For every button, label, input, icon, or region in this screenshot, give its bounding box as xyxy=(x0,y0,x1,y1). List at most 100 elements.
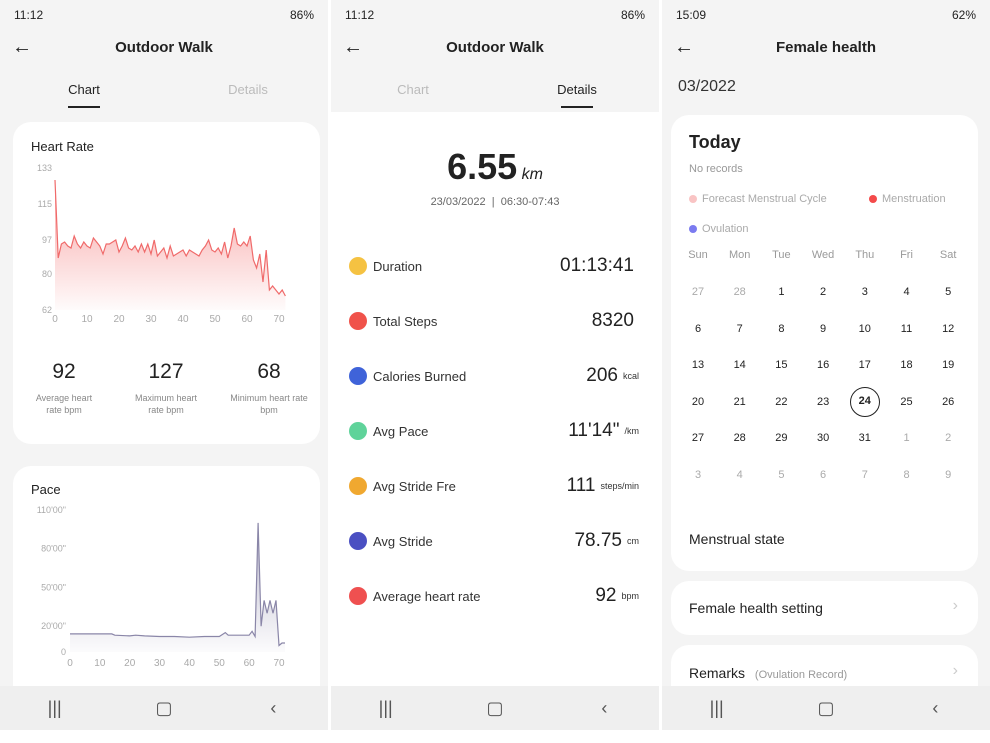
shoe-icon xyxy=(349,422,367,440)
calendar-day[interactable]: 28 xyxy=(721,432,759,444)
menstrual-state: Menstrual state xyxy=(689,531,785,547)
calendar-day[interactable]: 2 xyxy=(929,432,967,444)
calendar-day[interactable]: 10 xyxy=(846,323,884,335)
calendar-day[interactable]: 3 xyxy=(679,469,717,481)
calendar-day[interactable]: 27 xyxy=(679,432,717,444)
screen-details: 11:12 86% ← Outdoor Walk Chart Details 6.55… xyxy=(331,0,659,730)
heart-rate-chart: 1331159780620 10 20 30 40 50 60 70110'00"80'00"… xyxy=(37,163,286,669)
recent-apps-icon[interactable]: ||| xyxy=(697,698,737,719)
calendar-day[interactable]: 6 xyxy=(804,469,842,481)
calendar-day[interactable]: 15 xyxy=(762,359,800,371)
x-tick-label: 0 xyxy=(67,658,73,669)
detail-label: Avg Stride xyxy=(373,533,433,549)
y-tick-label: 97 xyxy=(42,235,52,245)
detail-value: 206 xyxy=(586,365,618,386)
x-tick-label: 60 xyxy=(241,314,253,325)
calendar-day[interactable]: 2 xyxy=(804,286,842,298)
recent-apps-icon[interactable]: ||| xyxy=(35,698,75,719)
home-icon[interactable]: ▢ xyxy=(806,698,846,719)
detail-value: 11'14" xyxy=(568,420,620,441)
detail-row: Avg Stride 78.75 cm xyxy=(349,529,639,553)
detail-row: Avg Pace 11'14" /km xyxy=(349,419,639,443)
y-tick-label: 115 xyxy=(38,199,52,209)
back-nav-icon[interactable]: ‹ xyxy=(253,698,293,719)
y-tick-label: 110'00" xyxy=(37,505,66,515)
back-nav-icon[interactable]: ‹ xyxy=(584,698,624,719)
tab-chart[interactable]: Chart xyxy=(353,82,473,97)
detail-unit: bpm xyxy=(621,591,639,601)
calendar-day[interactable]: 30 xyxy=(804,432,842,444)
remarks-sub: (Ovulation Record) xyxy=(754,669,848,681)
calendar-day[interactable]: 7 xyxy=(846,469,884,481)
detail-row: Calories Burned 206 kcal xyxy=(349,364,639,388)
calendar-day[interactable]: 5 xyxy=(762,469,800,481)
battery-level: 86% xyxy=(620,8,645,22)
remarks-label: Remarks xyxy=(689,665,746,681)
calendar-day[interactable]: 11 xyxy=(888,323,926,335)
calendar-day[interactable]: 4 xyxy=(888,286,926,298)
calendar-day[interactable]: 23 xyxy=(804,396,842,408)
calendar-day[interactable]: 31 xyxy=(846,432,884,444)
clock-icon xyxy=(349,257,367,275)
y-tick-label: 0 xyxy=(61,647,66,657)
calendar-day[interactable]: 16 xyxy=(804,359,842,371)
calendar-day[interactable]: 21 xyxy=(721,396,759,408)
weekday-label: Tue xyxy=(772,249,791,261)
y-tick-label: 62 xyxy=(42,305,52,315)
detail-label: Calories Burned xyxy=(373,368,467,384)
calendar-day[interactable]: 4 xyxy=(721,469,759,481)
calendar-day[interactable]: 25 xyxy=(888,396,926,408)
calendar-day[interactable]: 8 xyxy=(888,469,926,481)
calendar-day[interactable]: 24 xyxy=(849,386,880,417)
details-content: 6.55 km 23/03/2022 | 06:30-07:43 Duratio… xyxy=(331,112,659,692)
weekday-label: Sun xyxy=(688,249,708,261)
stride-frequency-icon xyxy=(349,477,367,495)
weekday-label: Mon xyxy=(728,249,751,261)
detail-label: Avg Stride Fre xyxy=(373,478,456,494)
calendar-day[interactable]: 6 xyxy=(679,323,717,335)
calendar-day[interactable]: 27 xyxy=(679,286,717,298)
calendar-day[interactable]: 28 xyxy=(721,286,759,298)
x-tick-label: 30 xyxy=(154,658,166,669)
month-label[interactable]: 03/2022 xyxy=(678,78,736,96)
legend-ovulation: Ovulation xyxy=(689,223,748,235)
calendar-day[interactable]: 26 xyxy=(929,396,967,408)
calendar-day[interactable]: 3 xyxy=(846,286,884,298)
detail-unit: cm xyxy=(627,536,639,546)
calendar-day[interactable]: 9 xyxy=(804,323,842,335)
recent-apps-icon[interactable]: ||| xyxy=(366,698,406,719)
workout-date: 23/03/2022 xyxy=(430,196,486,208)
calendar-day[interactable]: 14 xyxy=(721,359,759,371)
calendar-day[interactable]: 29 xyxy=(762,432,800,444)
tab-details[interactable]: Details xyxy=(517,82,637,108)
x-tick-label: 0 xyxy=(52,314,58,325)
x-tick-label: 20 xyxy=(113,314,125,325)
weekday-label: Fri xyxy=(900,249,913,261)
legend-forecast: Forecast Menstrual Cycle xyxy=(689,193,827,205)
home-icon[interactable]: ▢ xyxy=(144,698,184,719)
y-tick-label: 50'00" xyxy=(41,582,66,592)
calendar-day[interactable]: 20 xyxy=(679,396,717,408)
home-icon[interactable]: ▢ xyxy=(475,698,515,719)
detail-unit: /km xyxy=(624,426,640,436)
calendar-day[interactable]: 12 xyxy=(929,323,967,335)
female-health-setting-button[interactable]: Female health setting › xyxy=(671,581,978,635)
calendar-day[interactable]: 9 xyxy=(929,469,967,481)
calendar-day[interactable]: 17 xyxy=(846,359,884,371)
calendar-day[interactable]: 18 xyxy=(888,359,926,371)
x-tick-label: 50 xyxy=(209,314,221,325)
detail-value: 8320 xyxy=(591,310,634,331)
status-time: 15:09 xyxy=(676,8,707,22)
calendar-day[interactable]: 19 xyxy=(929,359,967,371)
status-time: 11:12 xyxy=(345,8,375,22)
calendar-day[interactable]: 1 xyxy=(762,286,800,298)
back-nav-icon[interactable]: ‹ xyxy=(915,698,955,719)
calendar-day[interactable]: 22 xyxy=(762,396,800,408)
calendar-day[interactable]: 13 xyxy=(679,359,717,371)
detail-label: Average heart rate xyxy=(373,588,481,604)
calendar-day[interactable]: 5 xyxy=(929,286,967,298)
calendar-day[interactable]: 7 xyxy=(721,323,759,335)
calendar-day[interactable]: 8 xyxy=(762,323,800,335)
calendar-day[interactable]: 1 xyxy=(888,432,926,444)
detail-label: Total Steps xyxy=(373,313,438,329)
